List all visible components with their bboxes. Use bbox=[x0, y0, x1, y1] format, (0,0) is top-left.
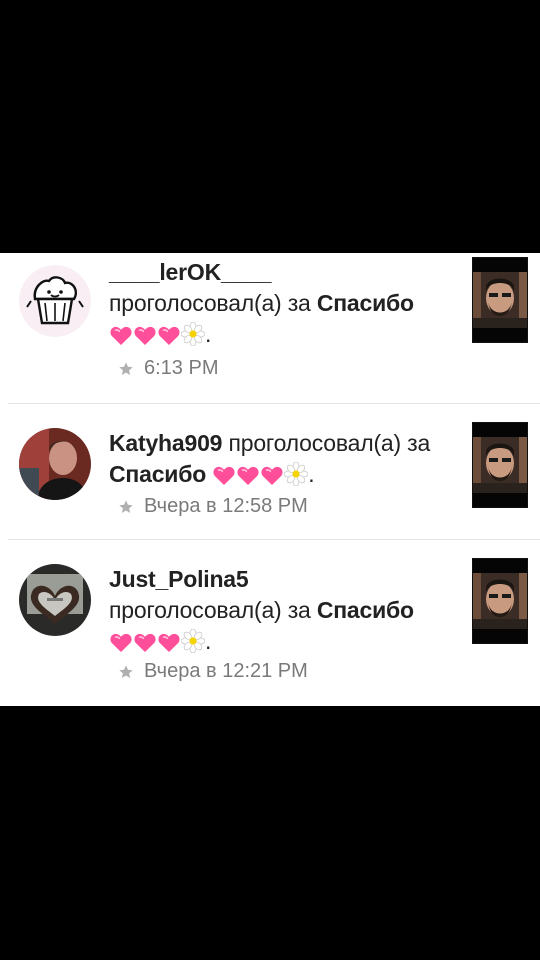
period: . bbox=[205, 628, 212, 654]
heart-hands-avatar[interactable] bbox=[19, 564, 91, 636]
post-thumbnail[interactable] bbox=[472, 558, 528, 644]
notification-item[interactable]: Katyha909 проголосовал(а) за Спасибо . В… bbox=[0, 404, 540, 539]
notification-item[interactable]: Just_Polina5 проголосовал(а) за Спасибо … bbox=[0, 540, 540, 706]
target-title[interactable]: Спасибо bbox=[317, 597, 414, 623]
timestamp: 6:13 PM bbox=[144, 357, 219, 379]
star-icon bbox=[118, 499, 134, 515]
notification-text: Katyha909 проголосовал(а) за Спасибо . bbox=[109, 428, 459, 490]
notification-text: ____lerOK____ проголосовал(а) за Спасибо… bbox=[109, 257, 459, 350]
notifications-panel: ____lerOK____ проголосовал(а) за Спасибо… bbox=[0, 253, 540, 706]
action-text: проголосовал(а) за bbox=[109, 597, 317, 623]
photo-icon bbox=[473, 573, 527, 629]
person-avatar[interactable] bbox=[19, 428, 91, 500]
notification-text: Just_Polina5 проголосовал(а) за Спасибо … bbox=[109, 564, 459, 657]
target-title[interactable]: Спасибо bbox=[109, 461, 206, 487]
timestamp: Вчера в 12:21 PM bbox=[144, 660, 308, 682]
action-text: проголосовал(а) за bbox=[222, 430, 431, 456]
photo-icon bbox=[473, 437, 527, 493]
timestamp-row: Вчера в 12:21 PM bbox=[118, 660, 308, 683]
timestamp: Вчера в 12:58 PM bbox=[144, 495, 308, 517]
photo-icon bbox=[473, 272, 527, 328]
username[interactable]: Just_Polina5 bbox=[109, 566, 249, 592]
period: . bbox=[205, 321, 212, 347]
notification-item[interactable]: ____lerOK____ проголосовал(а) за Спасибо… bbox=[0, 253, 540, 403]
post-thumbnail[interactable] bbox=[472, 422, 528, 508]
hearts-flower-emoji bbox=[109, 629, 205, 653]
action-text: проголосовал(а) за bbox=[109, 290, 317, 316]
username[interactable]: Katyha909 bbox=[109, 430, 222, 456]
hearts-flower-emoji bbox=[109, 322, 205, 346]
hearts-flower-emoji bbox=[212, 462, 308, 486]
muffin-avatar[interactable] bbox=[19, 265, 91, 337]
timestamp-row: 6:13 PM bbox=[118, 357, 218, 380]
period: . bbox=[308, 461, 315, 487]
target-title[interactable]: Спасибо bbox=[317, 290, 414, 316]
username[interactable]: ____lerOK____ bbox=[109, 259, 272, 285]
star-icon bbox=[118, 664, 134, 680]
star-icon bbox=[118, 361, 134, 377]
post-thumbnail[interactable] bbox=[472, 257, 528, 343]
timestamp-row: Вчера в 12:58 PM bbox=[118, 495, 308, 518]
